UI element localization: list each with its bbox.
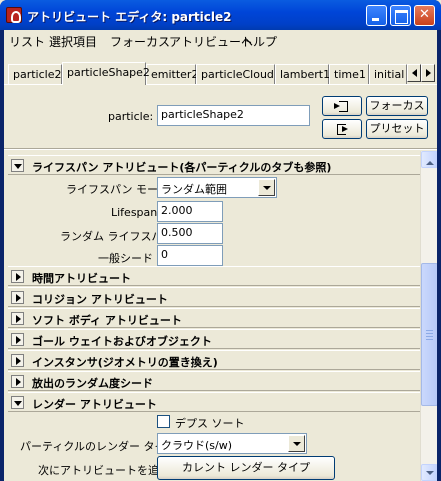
- render-section-title: レンダー アトリビュート: [32, 398, 157, 411]
- depth-sort-label: デプス ソート: [175, 417, 245, 430]
- tab-initial[interactable]: initial: [369, 64, 407, 84]
- attribute-scroll-area[interactable]: ライフスパン アトリビュート(各パーティクルのタブも参照) ライフスパン モード…: [4, 151, 437, 481]
- random-lifespan-field[interactable]: 0.500: [157, 223, 223, 244]
- add-attributes-label: 次にアトリビュートを追加: [38, 464, 170, 477]
- lifespan-field[interactable]: 2.000: [157, 201, 223, 222]
- window: アトリビュート エディタ: particle2 ✕ リスト 選択項目 フォーカス…: [0, 0, 441, 481]
- tab-emitter2[interactable]: emitter2: [146, 64, 198, 84]
- tab-particleshape2[interactable]: particleShape2: [62, 62, 150, 85]
- grip-line: [426, 336, 433, 337]
- lifespan-mode-label: ライフスパン モード: [66, 183, 170, 196]
- window-title: アトリビュート エディタ: particle2: [27, 10, 232, 24]
- scroll-down-icon[interactable]: [421, 464, 437, 481]
- lifespan-section-header[interactable]: ライフスパン アトリビュート(各パーティクルのタブも参照): [8, 155, 420, 175]
- instancer-section[interactable]: インスタンサ(ジオメトリの置き換え): [8, 350, 420, 370]
- soft-body-attributes-section[interactable]: ソフト ボディ アトリビュート: [8, 308, 420, 328]
- render-type-value: クラウド(s/w): [161, 439, 233, 452]
- scroll-thumb[interactable]: [421, 263, 437, 406]
- tab-scroll-left-icon[interactable]: [407, 64, 421, 82]
- section-title: 放出のランダム度シード: [32, 377, 153, 390]
- time-attributes-section[interactable]: 時間アトリビュート: [8, 266, 420, 286]
- scroll-up-icon[interactable]: [421, 151, 437, 168]
- node-type-label: particle:: [108, 110, 154, 123]
- collapse-arrow-icon[interactable]: [11, 159, 24, 172]
- menu-focus[interactable]: フォーカス: [110, 33, 170, 50]
- menu-bar: リスト 選択項目 フォーカス アトリビュート ヘルプ: [4, 30, 437, 50]
- node-name-field[interactable]: particleShape2: [157, 105, 310, 126]
- focus-button[interactable]: フォーカス: [366, 96, 428, 116]
- node-tab-strip: particle2 particleShape2 emitter2 partic…: [4, 62, 437, 85]
- menu-selection[interactable]: 選択項目: [49, 33, 97, 50]
- tab-time1[interactable]: time1: [329, 64, 369, 84]
- lifespan-label: Lifespan: [111, 206, 158, 219]
- collapse-arrow-icon[interactable]: [11, 396, 24, 409]
- render-attributes-section-header[interactable]: レンダー アトリビュート: [8, 392, 420, 412]
- output-connection-icon[interactable]: [322, 119, 362, 139]
- maximize-button[interactable]: [390, 5, 411, 26]
- goal-weights-section[interactable]: ゴール ウェイトおよびオブジェクト: [8, 329, 420, 349]
- expand-arrow-icon[interactable]: [11, 375, 24, 388]
- section-title: 時間アトリビュート: [32, 272, 131, 285]
- preset-button[interactable]: プリセット: [366, 119, 428, 139]
- expand-arrow-icon[interactable]: [11, 333, 24, 346]
- node-header-panel: particle: particleShape2 フォーカス プリセット: [4, 84, 437, 148]
- lifespan-mode-value: ランダム範囲: [161, 183, 227, 196]
- render-type-label: パーティクルのレンダー タイプ: [20, 440, 177, 453]
- tab-scroll-right-icon[interactable]: [421, 64, 435, 82]
- general-seed-label: 一般シード: [98, 252, 153, 265]
- expand-arrow-icon[interactable]: [11, 270, 24, 283]
- maya-app-icon[interactable]: [6, 7, 22, 23]
- section-title: ゴール ウェイトおよびオブジェクト: [32, 335, 212, 348]
- emission-random-seed-section[interactable]: 放出のランダム度シード: [8, 371, 420, 391]
- close-button[interactable]: ✕: [414, 5, 435, 26]
- editor-body: リスト 選択項目 フォーカス アトリビュート ヘルプ particle2 par…: [4, 30, 437, 481]
- grip-line: [426, 333, 433, 334]
- chevron-down-icon[interactable]: [258, 179, 275, 196]
- header-divider: [4, 148, 437, 150]
- menu-help[interactable]: ヘルプ: [241, 33, 277, 50]
- section-title: コリジョン アトリビュート: [32, 293, 168, 306]
- tab-particle2[interactable]: particle2: [8, 64, 62, 84]
- section-title: インスタンサ(ジオメトリの置き換え): [32, 356, 218, 369]
- expand-arrow-icon[interactable]: [11, 312, 24, 325]
- tab-lambert1[interactable]: lambert1: [275, 64, 330, 84]
- collision-attributes-section[interactable]: コリジョン アトリビュート: [8, 287, 420, 307]
- title-bar[interactable]: アトリビュート エディタ: particle2 ✕: [0, 0, 441, 30]
- render-type-dropdown[interactable]: クラウド(s/w): [157, 433, 307, 454]
- section-title: ソフト ボディ アトリビュート: [32, 314, 182, 327]
- menu-list[interactable]: リスト: [9, 33, 45, 50]
- grip-line: [426, 330, 433, 331]
- grip-line: [426, 339, 433, 340]
- chevron-down-icon[interactable]: [288, 435, 305, 452]
- lifespan-mode-dropdown[interactable]: ランダム範囲: [157, 177, 277, 198]
- minimize-button[interactable]: [366, 5, 387, 26]
- expand-arrow-icon[interactable]: [11, 291, 24, 304]
- lifespan-section-title: ライフスパン アトリビュート(各パーティクルのタブも参照): [32, 161, 332, 174]
- depth-sort-checkbox[interactable]: [157, 415, 170, 428]
- current-render-type-button[interactable]: カレント レンダー タイプ: [157, 456, 335, 480]
- general-seed-field[interactable]: 0: [157, 245, 223, 266]
- tab-particlecloud1[interactable]: particleCloud1: [196, 64, 281, 84]
- input-connection-icon[interactable]: [322, 96, 362, 116]
- vertical-scrollbar[interactable]: [420, 151, 437, 481]
- expand-arrow-icon[interactable]: [11, 354, 24, 367]
